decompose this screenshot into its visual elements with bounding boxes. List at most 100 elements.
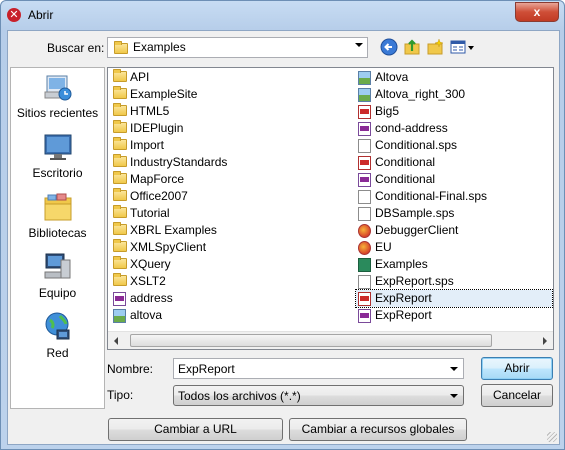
filetype-value: Todos los archivos (*.*) [178,389,301,403]
filetype-select[interactable]: Todos los archivos (*.*) [173,385,464,406]
folder-icon [113,256,127,269]
document-icon [358,139,371,153]
lookin-value: Examples [133,40,186,54]
html-file-icon [358,224,371,238]
folder-icon [113,154,127,167]
item-label: ExpReport [375,308,432,322]
item-label: XSLT2 [130,274,166,288]
folder-item[interactable]: IndustryStandards [111,154,281,171]
place-network[interactable]: Red [11,312,104,370]
image-file-icon [113,309,126,323]
item-label: Import [130,138,165,152]
place-libraries[interactable]: Bibliotecas [11,192,104,250]
item-label: EU [375,240,392,254]
item-label: Altova [375,70,409,84]
folder-item[interactable]: Import [111,137,281,154]
folder-item[interactable]: Office2007 [111,188,281,205]
folder-item[interactable]: MapForce [111,171,281,188]
chevron-down-icon[interactable] [450,367,458,371]
place-recent[interactable]: Sitios recientes [11,72,104,130]
file-item[interactable]: Conditional [356,154,552,171]
item-label: XQuery [130,257,171,271]
folder-icon [113,239,127,252]
libraries-icon [44,193,72,221]
close-button[interactable]: x [515,2,559,22]
scroll-right-icon[interactable] [543,337,547,345]
resize-grip[interactable] [547,432,557,442]
file-item[interactable]: Conditional.sps [356,137,552,154]
change-to-global-resources-button[interactable]: Cambiar a recursos globales [289,418,467,441]
item-label: IndustryStandards [130,155,228,169]
file-item[interactable]: Altova_right_300 [356,86,552,103]
view-menu-icon[interactable] [450,38,476,56]
item-label: Conditional [375,155,436,169]
horizontal-scrollbar[interactable] [108,331,553,349]
file-item[interactable]: Examples [356,256,552,273]
file-item[interactable]: DebuggerClient [356,222,552,239]
file-item[interactable]: EU [356,239,552,256]
folder-item[interactable]: XBRL Examples [111,222,281,239]
file-item[interactable]: Altova [356,69,552,86]
file-item[interactable]: cond-address [356,120,552,137]
xml-file-icon [113,292,126,306]
file-item[interactable]: ExpReport.sps [356,273,552,290]
computer-icon [44,253,71,279]
place-label: Equipo [38,286,77,300]
dialog-body: Buscar en: Examples Sitios recientes Esc… [7,30,560,445]
app-icon: ✕ [7,8,21,22]
xml-file-icon [358,122,371,136]
chevron-down-icon [355,43,363,47]
file-item[interactable]: Big5 [356,103,552,120]
folder-item[interactable]: ExampleSite [111,86,281,103]
folder-item[interactable]: IDEPlugin [111,120,281,137]
cancel-button[interactable]: Cancelar [481,384,553,407]
up-folder-icon[interactable] [403,38,421,56]
folder-item[interactable]: XMLSpyClient [111,239,281,256]
places-bar: Sitios recientes Escritorio Bibliotecas … [10,67,105,409]
folder-item[interactable]: Tutorial [111,205,281,222]
place-label: Red [46,346,69,360]
lookin-combo[interactable]: Examples [107,37,368,58]
filename-input[interactable]: ExpReport [178,362,235,376]
filename-combo[interactable]: ExpReport [173,358,464,379]
back-icon[interactable] [380,38,398,56]
title-bar: ✕ Abrir x [1,1,564,31]
open-button[interactable]: Abrir [481,357,553,380]
folder-icon [113,86,127,99]
folder-icon [113,171,127,184]
item-label: Conditional.sps [375,138,458,152]
file-item[interactable]: ExpReport [356,307,552,324]
filename-label: Nombre: [107,362,154,376]
file-list[interactable]: API ExampleSite HTML5 IDEPlugin Import Indust… [107,67,554,350]
folder-item[interactable]: XQuery [111,256,281,273]
folder-icon [113,273,127,286]
place-label: Bibliotecas [28,226,87,240]
folder-icon [113,69,127,82]
scroll-thumb[interactable] [130,334,492,347]
place-desktop[interactable]: Escritorio [11,132,104,190]
change-to-url-button[interactable]: Cambiar a URL [108,418,283,441]
project-file-icon [358,258,371,272]
folder-item[interactable]: API [111,69,281,86]
place-computer[interactable]: Equipo [11,252,104,310]
sps-file-icon [358,292,371,306]
file-item[interactable]: DBSample.sps [356,205,552,222]
file-item[interactable]: Conditional [356,171,552,188]
scroll-left-icon[interactable] [114,337,118,345]
chevron-down-icon [450,394,458,398]
file-item[interactable]: altova [111,307,281,324]
filetype-label: Tipo: [107,388,134,402]
item-label: Altova_right_300 [375,87,466,101]
folder-item[interactable]: XSLT2 [111,273,281,290]
file-item[interactable]: Conditional-Final.sps [356,188,552,205]
item-label: IDEPlugin [130,121,184,135]
item-label: Examples [375,257,428,271]
window-title: Abrir [28,8,54,22]
new-folder-icon[interactable] [426,38,444,56]
folder-icon [113,205,127,218]
file-item[interactable]: ExpReport [355,289,553,308]
folder-item[interactable]: HTML5 [111,103,281,120]
sps-file-icon [358,156,371,170]
file-item[interactable]: address [111,290,281,307]
place-label: Sitios recientes [16,106,99,120]
